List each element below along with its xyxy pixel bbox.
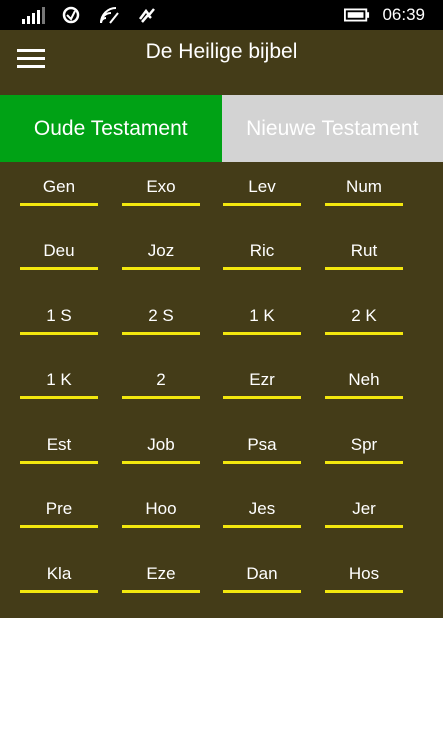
book-label: Deu bbox=[43, 241, 75, 260]
testament-tabs: Oude Testament Nieuwe Testament bbox=[0, 95, 443, 162]
book-underline bbox=[20, 203, 98, 206]
book-underline bbox=[223, 203, 301, 206]
book-label: Jer bbox=[352, 499, 376, 518]
book-button[interactable]: Eze bbox=[122, 551, 200, 593]
book-label: Job bbox=[147, 435, 175, 454]
book-button[interactable]: Gen bbox=[20, 164, 98, 206]
book-button[interactable]: Num bbox=[325, 164, 403, 206]
book-label: Exo bbox=[146, 177, 176, 196]
book-label: Jes bbox=[248, 499, 276, 518]
book-button[interactable]: Pre bbox=[20, 486, 98, 528]
book-label: Kla bbox=[46, 564, 72, 583]
wifi-icon bbox=[96, 4, 122, 26]
book-button[interactable]: Exo bbox=[122, 164, 200, 206]
battery-icon bbox=[344, 4, 370, 26]
tab-new-testament[interactable]: Nieuwe Testament bbox=[221, 95, 443, 162]
book-underline bbox=[20, 525, 98, 528]
book-button[interactable]: Joz bbox=[122, 228, 200, 270]
status-bar: 06:39 bbox=[0, 0, 443, 30]
book-underline bbox=[122, 203, 200, 206]
status-icons bbox=[20, 4, 160, 26]
book-button[interactable]: 2 K bbox=[325, 293, 403, 335]
book-underline bbox=[223, 396, 301, 399]
book-button[interactable]: Dan bbox=[223, 551, 301, 593]
book-underline bbox=[122, 332, 200, 335]
book-label: Psa bbox=[247, 435, 277, 454]
book-underline bbox=[223, 525, 301, 528]
book-label: Joz bbox=[147, 241, 175, 260]
book-underline bbox=[20, 332, 98, 335]
app-header: De Heilige bijbel bbox=[0, 30, 443, 95]
book-button[interactable]: Ric bbox=[223, 228, 301, 270]
book-underline bbox=[223, 590, 301, 593]
book-label: Num bbox=[346, 177, 382, 196]
book-button[interactable]: Hos bbox=[325, 551, 403, 593]
book-button[interactable]: 1 K bbox=[20, 357, 98, 399]
book-underline bbox=[20, 590, 98, 593]
book-button[interactable]: Ezr bbox=[223, 357, 301, 399]
book-button[interactable]: Est bbox=[20, 422, 98, 464]
book-underline bbox=[122, 461, 200, 464]
book-button[interactable]: Job bbox=[122, 422, 200, 464]
book-underline bbox=[325, 332, 403, 335]
sync-icon bbox=[58, 4, 84, 26]
book-label: Neh bbox=[348, 370, 380, 389]
book-button[interactable]: Deu bbox=[20, 228, 98, 270]
book-label: Hos bbox=[348, 564, 380, 583]
book-button[interactable]: Neh bbox=[325, 357, 403, 399]
book-underline bbox=[325, 461, 403, 464]
book-button[interactable]: 1 S bbox=[20, 293, 98, 335]
book-button[interactable]: Kla bbox=[20, 551, 98, 593]
book-button[interactable]: Rut bbox=[325, 228, 403, 270]
book-button[interactable]: Psa bbox=[223, 422, 301, 464]
book-label: 1 K bbox=[249, 306, 275, 325]
book-underline bbox=[325, 396, 403, 399]
book-label: Est bbox=[46, 435, 72, 454]
book-label: Pre bbox=[45, 499, 73, 518]
book-label: Lev bbox=[248, 177, 276, 196]
book-label: 1 S bbox=[46, 306, 72, 325]
book-button[interactable]: 2 bbox=[122, 357, 200, 399]
book-underline bbox=[325, 267, 403, 270]
book-label: Ezr bbox=[249, 370, 275, 389]
book-underline bbox=[223, 461, 301, 464]
clock: 06:39 bbox=[382, 5, 425, 24]
page-title: De Heilige bijbel bbox=[145, 40, 298, 63]
book-button[interactable]: 2 S bbox=[122, 293, 200, 335]
book-underline bbox=[122, 267, 200, 270]
book-underline bbox=[122, 590, 200, 593]
book-label: 2 S bbox=[148, 306, 174, 325]
book-button[interactable]: Jes bbox=[223, 486, 301, 528]
book-underline bbox=[325, 525, 403, 528]
book-label: Rut bbox=[350, 241, 378, 260]
book-button[interactable]: Hoo bbox=[122, 486, 200, 528]
book-label: Gen bbox=[42, 177, 76, 196]
book-underline bbox=[223, 267, 301, 270]
book-button[interactable]: Lev bbox=[223, 164, 301, 206]
book-underline bbox=[122, 525, 200, 528]
book-button[interactable]: Jer bbox=[325, 486, 403, 528]
nfc-icon bbox=[134, 4, 160, 26]
book-button[interactable]: Spr bbox=[325, 422, 403, 464]
tab-old-testament[interactable]: Oude Testament bbox=[0, 95, 222, 162]
book-label: Ric bbox=[249, 241, 275, 260]
book-underline bbox=[20, 461, 98, 464]
book-label: 2 K bbox=[351, 306, 377, 325]
book-label: Eze bbox=[146, 564, 176, 583]
book-underline bbox=[325, 590, 403, 593]
signal-icon bbox=[20, 4, 46, 26]
book-underline bbox=[325, 203, 403, 206]
book-underline bbox=[20, 267, 98, 270]
book-underline bbox=[122, 396, 200, 399]
book-label: Hoo bbox=[145, 499, 177, 518]
book-underline bbox=[20, 396, 98, 399]
book-label: 2 bbox=[156, 370, 166, 389]
book-label: 1 K bbox=[46, 370, 72, 389]
book-label: Spr bbox=[350, 435, 378, 454]
book-grid: Gen Exo Lev Num Deu Joz Ric Rut 1 S 2 S 1 K 2 K 1 K 2… bbox=[0, 162, 443, 618]
book-underline bbox=[223, 332, 301, 335]
book-label: Dan bbox=[246, 564, 278, 583]
book-button[interactable]: 1 K bbox=[223, 293, 301, 335]
